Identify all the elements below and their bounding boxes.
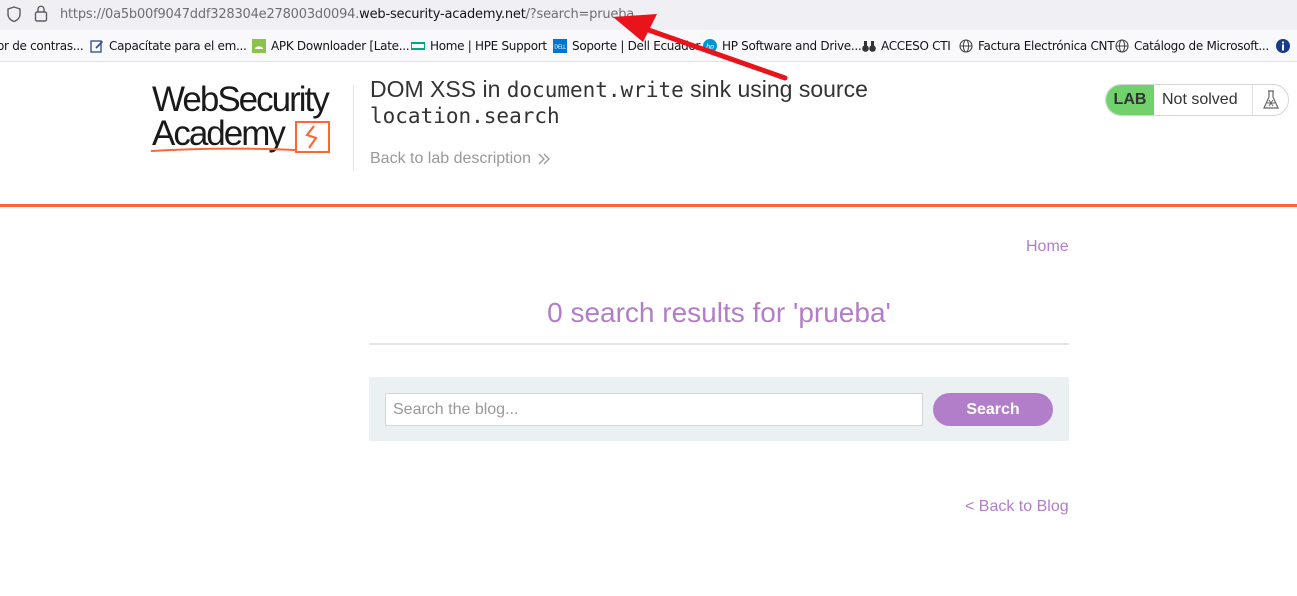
bookmark-item[interactable] xyxy=(1276,39,1295,53)
web-security-academy-logo[interactable]: WebSecurity Academy xyxy=(150,80,355,160)
bookmark-item[interactable]: APK Downloader [Late... xyxy=(252,39,410,53)
lock-icon[interactable] xyxy=(34,5,48,22)
flask-icon xyxy=(1262,90,1279,109)
url-query: /?search=prueba xyxy=(525,7,635,22)
hpe-icon xyxy=(411,42,425,50)
home-link[interactable]: Home xyxy=(1026,238,1069,256)
bookmark-item[interactable]: Home | HPE Support xyxy=(411,39,547,53)
bookmark-label: Catálogo de Microsoft... xyxy=(1134,39,1269,53)
bookmark-item[interactable]: or de contras... xyxy=(0,39,84,53)
results-divider xyxy=(369,343,1069,345)
bookmark-label: or de contras... xyxy=(0,39,84,53)
back-to-blog-link[interactable]: < Back to Blog xyxy=(965,498,1069,516)
back-to-lab-description-link[interactable]: Back to lab description xyxy=(370,150,551,168)
dell-icon: DELL xyxy=(553,39,567,53)
bookmark-item[interactable]: hp HP Software and Drive... xyxy=(703,39,862,53)
globe-icon xyxy=(1115,39,1129,53)
search-results-heading: 0 search results for 'prueba' xyxy=(547,297,891,328)
bookmark-item[interactable]: Catálogo de Microsoft... xyxy=(1115,39,1269,53)
title-code-2: location.search xyxy=(370,104,560,128)
hp-icon: hp xyxy=(703,39,717,53)
bookmark-item[interactable]: DELL Soporte | Dell Ecuador xyxy=(553,39,700,53)
search-form: Search xyxy=(369,377,1069,441)
bookmark-item[interactable]: ACCESO CTI xyxy=(862,39,951,53)
lab-status-widget: LAB Not solved xyxy=(1105,84,1289,116)
search-input[interactable] xyxy=(385,393,923,426)
bookmark-label: Soporte | Dell Ecuador xyxy=(572,39,701,53)
lab-badge: LAB xyxy=(1106,85,1154,115)
edit-icon xyxy=(90,40,104,53)
bookmarks-bar: or de contras... Capacítate para el em..… xyxy=(0,30,1297,62)
back-to-lab-description-label: Back to lab description xyxy=(370,150,531,167)
search-button[interactable]: Search xyxy=(933,393,1053,426)
bookmark-label: HP Software and Drive... xyxy=(722,39,862,53)
title-text-2: sink using source xyxy=(683,76,868,102)
svg-text:DELL: DELL xyxy=(554,45,566,51)
globe-icon xyxy=(959,39,973,53)
url-prefix: https://0a5b00f9047ddf328304e278003d0094… xyxy=(60,7,360,22)
url-domain: web-security-academy.net xyxy=(359,7,526,22)
header-divider xyxy=(353,85,354,171)
lab-status-text: Not solved xyxy=(1162,91,1238,108)
flask-icon-button[interactable] xyxy=(1252,85,1288,115)
binoculars-icon xyxy=(862,41,876,52)
bookmark-item[interactable]: Capacítate para el em... xyxy=(90,39,247,53)
bookmark-label: Factura Electrónica CNT xyxy=(978,39,1115,53)
bookmark-item[interactable]: Factura Electrónica CNT xyxy=(959,39,1115,53)
url-field[interactable]: https://0a5b00f9047ddf328304e278003d0094… xyxy=(60,7,634,22)
bookmark-label: APK Downloader [Late... xyxy=(271,39,410,53)
android-icon xyxy=(252,39,266,53)
double-chevron-right-icon xyxy=(538,153,550,165)
bookmark-label: Home | HPE Support xyxy=(430,39,547,53)
bookmark-label: ACCESO CTI xyxy=(881,39,951,53)
header-orange-rule xyxy=(0,204,1297,207)
title-text-1: DOM XSS in xyxy=(370,76,507,102)
title-code-1: document.write xyxy=(506,78,684,102)
browser-url-bar: https://0a5b00f9047ddf328304e278003d0094… xyxy=(0,0,1297,30)
lab-title: DOM XSS in document.write sink using sou… xyxy=(370,77,930,129)
svg-text:hp: hp xyxy=(706,43,714,51)
bookmark-label: Capacítate para el em... xyxy=(109,39,247,53)
info-icon xyxy=(1276,39,1290,53)
shield-icon[interactable] xyxy=(7,6,21,22)
logo-graphic xyxy=(150,121,330,153)
